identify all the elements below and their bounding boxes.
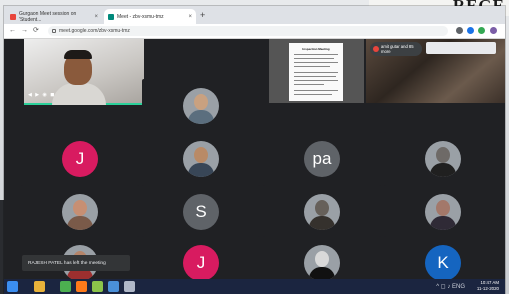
- chrome-icon[interactable]: [60, 281, 71, 292]
- participant-avatar: S: [183, 194, 219, 230]
- participant-avatar: [183, 141, 219, 177]
- address-text: meet.google.com/zbv-xsmu-tmz: [59, 28, 130, 34]
- self-camera-tile[interactable]: ◀ ▶ ◉ ◼: [24, 39, 144, 105]
- document-text-line: [294, 76, 336, 77]
- participant-avatar: [183, 88, 219, 124]
- participant-hair: [64, 50, 92, 59]
- avatar-face: [436, 147, 450, 163]
- address-bar[interactable]: meet.google.com/zbv-xsmu-tmz: [48, 26, 448, 36]
- avatar-body: [430, 163, 456, 177]
- participant-avatar: [62, 194, 98, 230]
- notification-toast: RAJESH PATEL has left the meeting: [22, 255, 130, 271]
- document-text-line: [294, 58, 334, 59]
- tab-favicon: [108, 13, 114, 20]
- participant-avatar: [425, 194, 461, 230]
- document-text-line: [294, 84, 324, 85]
- browser-toolbar: ← → ⟳ meet.google.com/zbv-xsmu-tmz: [4, 24, 505, 39]
- avatar-face: [436, 200, 450, 216]
- participant-avatar: pa: [304, 141, 340, 177]
- avatar-face: [315, 251, 329, 267]
- participant-tile[interactable]: [142, 132, 260, 186]
- participant-avatar: J: [183, 245, 219, 281]
- camera-controls[interactable]: ◀ ▶ ◉ ◼: [28, 92, 55, 98]
- participant-avatar: [425, 141, 461, 177]
- reload-icon[interactable]: ⟳: [33, 26, 39, 35]
- close-icon[interactable]: ×: [94, 14, 98, 20]
- avatar-body: [430, 216, 456, 230]
- presenter-text: amit gutar and 85 more: [381, 44, 414, 54]
- document-title: Inspection Meeting: [302, 47, 330, 51]
- presenter-badge: amit gutar and 85 more: [370, 42, 422, 56]
- participant-tile[interactable]: [142, 79, 260, 133]
- participant-avatar: K: [425, 245, 461, 281]
- windows-start-icon[interactable]: [7, 281, 18, 292]
- participant-avatar: [304, 194, 340, 230]
- tab-meet[interactable]: Meet - zbv-xsmu-tmz ×: [104, 9, 196, 24]
- app-icon[interactable]: [108, 281, 119, 292]
- file-explorer-icon[interactable]: [34, 281, 45, 292]
- app-icon[interactable]: [92, 281, 103, 292]
- participant-tile[interactable]: J: [21, 132, 139, 186]
- toast-text: RAJESH PATEL has left the meeting: [28, 260, 106, 266]
- windows-taskbar: ^ ◻ ♪ ENG 10:47 AM 11-12-2020: [4, 279, 505, 294]
- avatar-body: [309, 216, 335, 230]
- participant-tile[interactable]: [263, 185, 381, 239]
- presenter-avatar: [373, 46, 379, 52]
- document-text-line: [294, 90, 338, 91]
- participant-tile[interactable]: [21, 185, 139, 239]
- presentation-tile[interactable]: amit gutar and 85 more: [366, 39, 505, 103]
- participant-tile[interactable]: pa: [263, 132, 381, 186]
- extension-icon[interactable]: [456, 27, 463, 34]
- back-arrow-icon[interactable]: ←: [9, 26, 16, 35]
- tab-label: Gurgaon Meet session on 'Student...: [19, 10, 77, 23]
- shared-document-tile[interactable]: Inspection Meeting: [269, 39, 364, 103]
- taskbar-clock[interactable]: 10:47 AM 11-12-2020: [477, 280, 499, 292]
- app-icon[interactable]: [124, 281, 135, 292]
- browser-tab-bar: Gurgaon Meet session on 'Student... × Me…: [4, 6, 505, 24]
- avatar-face: [194, 94, 208, 110]
- participant-tile[interactable]: [384, 185, 502, 239]
- avatar-body: [188, 163, 214, 177]
- clock-date: 11-12-2020: [476, 286, 499, 291]
- document-page: Inspection Meeting: [289, 43, 343, 101]
- avatar-face: [194, 147, 208, 163]
- tab-favicon: [10, 13, 16, 20]
- document-text-line: [294, 62, 338, 63]
- forward-arrow-icon[interactable]: →: [21, 26, 28, 35]
- avatar-body: [67, 216, 93, 230]
- participant-tile[interactable]: S: [142, 185, 260, 239]
- extension-icon[interactable]: [467, 27, 474, 34]
- tab-label: Meet - zbv-xsmu-tmz: [117, 13, 164, 20]
- meeting-controls[interactable]: [426, 42, 496, 54]
- monitor-screen: Gurgaon Meet session on 'Student... × Me…: [4, 6, 505, 294]
- firefox-icon[interactable]: [76, 281, 87, 292]
- document-text-line: [294, 72, 338, 73]
- meet-stage: ◀ ▶ ◉ ◼ Inspection Meeting amit gutar an…: [4, 39, 505, 290]
- participant-body: [52, 83, 106, 105]
- participant-tile[interactable]: [384, 132, 502, 186]
- participant-avatar: [304, 245, 340, 281]
- new-tab-button[interactable]: +: [200, 10, 205, 20]
- avatar-face: [73, 200, 87, 216]
- extension-icon[interactable]: [478, 27, 485, 34]
- avatar-face: [315, 200, 329, 216]
- avatar-body: [188, 110, 214, 124]
- document-text-line: [294, 54, 338, 55]
- lock-icon: [52, 29, 56, 33]
- system-tray[interactable]: ^ ◻ ♪ ENG: [436, 283, 465, 290]
- document-text-line: [294, 80, 338, 81]
- close-icon[interactable]: ×: [188, 14, 192, 20]
- profile-avatar[interactable]: [490, 27, 497, 34]
- document-text-line: [294, 66, 330, 67]
- tab-gurgaon-meet[interactable]: Gurgaon Meet session on 'Student... ×: [6, 9, 102, 24]
- document-text-line: [294, 94, 332, 95]
- participant-avatar: J: [62, 141, 98, 177]
